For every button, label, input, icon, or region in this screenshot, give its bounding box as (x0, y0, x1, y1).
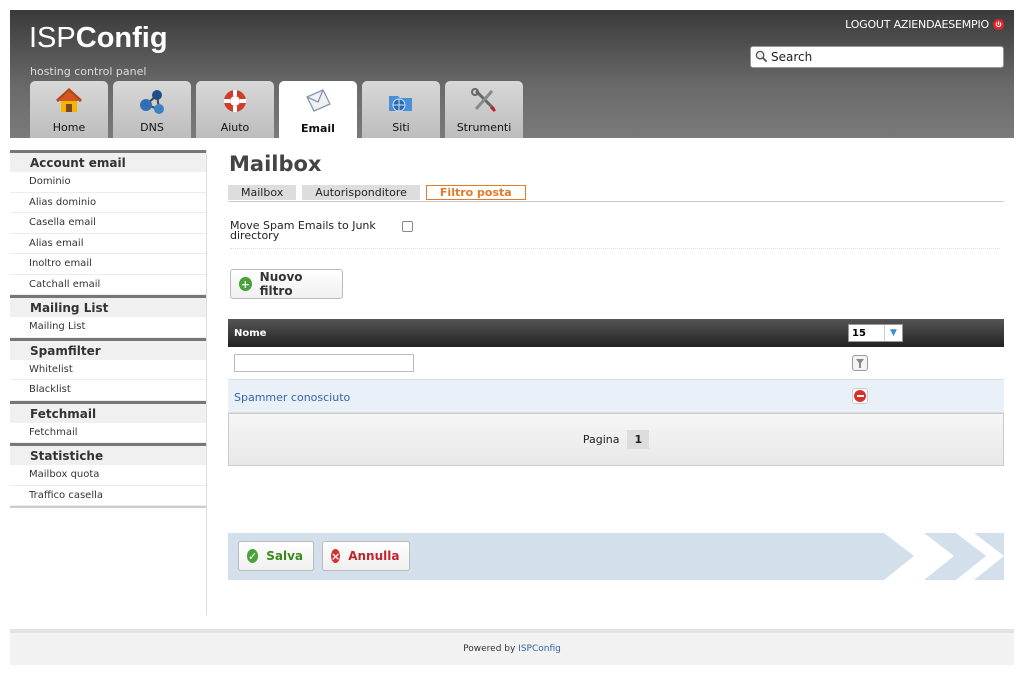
sidebar-item-fetchmail[interactable]: Fetchmail (10, 423, 206, 443)
sidebar-item-dominio[interactable]: Dominio (10, 172, 206, 193)
logout-link[interactable]: LOGOUT AZIENDAESEMPIO (845, 18, 1004, 31)
header: ISPConfig hosting control panel LOGOUT A… (10, 10, 1014, 139)
sidebar-item-casella-email[interactable]: Casella email (10, 213, 206, 234)
sidebar-item-catchall-email[interactable]: Catchall email (10, 275, 206, 295)
column-header-name[interactable]: Nome (234, 328, 266, 339)
sidebar: Account email Dominio Alias dominio Case… (10, 150, 207, 615)
table-filter-row (228, 347, 1004, 380)
tools-icon (469, 87, 499, 115)
tab-dns[interactable]: DNS (113, 81, 191, 138)
spam-setting-row: Move Spam Emails to Junk directory (230, 219, 1000, 249)
new-filter-button[interactable]: + Nuovo filtro (230, 269, 343, 299)
tagline: hosting control panel (30, 65, 147, 78)
sidebar-item-inoltro-email[interactable]: Inoltro email (10, 254, 206, 275)
sidebar-section-title: Fetchmail (10, 400, 206, 423)
sidebar-item-mailbox-quota[interactable]: Mailbox quota (10, 465, 206, 486)
logo[interactable]: ISPConfig (29, 22, 168, 55)
tab-label: Home (52, 121, 86, 134)
pagination-label: Pagina (582, 433, 620, 446)
name-filter-input[interactable] (234, 354, 414, 372)
per-page-value: 15 (852, 327, 866, 339)
subtab-filtro-posta[interactable]: Filtro posta (425, 185, 526, 200)
cancel-button[interactable]: × Annulla (322, 541, 410, 571)
lifebuoy-icon (220, 87, 250, 115)
filter-name-link[interactable]: Spammer conosciuto (234, 391, 350, 404)
logout-label: LOGOUT AZIENDAESEMPIO (845, 18, 989, 31)
tab-label: Aiuto (220, 121, 250, 134)
sidebar-section-title: Account email (10, 150, 206, 172)
sidebar-section-title: Statistiche (10, 443, 206, 465)
tab-siti[interactable]: Siti (362, 81, 440, 138)
table-header: Nome 15 ▼ (228, 319, 1004, 347)
table-row: Spammer conosciuto (228, 380, 1004, 413)
tab-home[interactable]: Home (30, 81, 108, 138)
sidebar-item-traffico-casella[interactable]: Traffico casella (10, 486, 206, 506)
power-icon (993, 19, 1004, 30)
home-icon (54, 87, 84, 115)
footer-prefix: Powered by (463, 644, 519, 654)
add-icon: + (239, 277, 252, 291)
tab-email[interactable]: Email (279, 81, 357, 139)
save-label: Salva (266, 549, 303, 563)
sidebar-section-title: Spamfilter (10, 337, 206, 360)
action-bar: ✓ Salva × Annulla (228, 533, 1004, 580)
sidebar-section-title: Mailing List (10, 295, 206, 317)
page-title: Mailbox (229, 152, 322, 176)
envelope-icon (303, 87, 333, 115)
sidebar-item-alias-email[interactable]: Alias email (10, 234, 206, 254)
subtab-mailbox[interactable]: Mailbox (228, 185, 297, 200)
arrows-decoration (884, 533, 1004, 580)
close-icon: × (331, 549, 341, 563)
tab-label: DNS (140, 121, 164, 134)
search-box[interactable] (750, 46, 1004, 68)
subtab-divider (228, 201, 1004, 202)
new-filter-label: Nuovo filtro (259, 270, 303, 298)
pagination: Pagina 1 (228, 413, 1004, 466)
sidebar-item-alias-dominio[interactable]: Alias dominio (10, 193, 206, 213)
tab-aiuto[interactable]: Aiuto (196, 81, 274, 138)
chevron-down-icon: ▼ (884, 325, 902, 341)
sidebar-item-blacklist[interactable]: Blacklist (10, 380, 206, 401)
sidebar-item-mailing-list[interactable]: Mailing List (10, 317, 206, 338)
sidebar-item-whitelist[interactable]: Whitelist (10, 360, 206, 380)
tab-label: Strumenti (456, 121, 512, 134)
cancel-label: Annulla (348, 549, 400, 563)
page-number[interactable]: 1 (627, 430, 650, 449)
page: ISPConfig hosting control panel LOGOUT A… (0, 0, 1024, 675)
main-content: Mailbox Mailbox Autorisponditore Filtro … (228, 150, 1004, 580)
folder-globe-icon (386, 87, 416, 115)
save-button[interactable]: ✓ Salva (238, 541, 314, 571)
search-icon (755, 48, 768, 67)
delete-icon[interactable] (852, 388, 868, 404)
per-page-select[interactable]: 15 ▼ (848, 324, 903, 342)
sidebar-divider (10, 506, 206, 508)
sub-tabs: Mailbox Autorisponditore Filtro posta (228, 185, 526, 200)
dns-network-icon (137, 87, 167, 115)
subtab-autorisponditore[interactable]: Autorisponditore (302, 185, 420, 200)
check-icon: ✓ (247, 549, 259, 563)
tab-strumenti[interactable]: Strumenti (445, 81, 523, 138)
footer-brand-link[interactable]: ISPConfig (518, 644, 561, 654)
logo-bold: Config (75, 22, 168, 54)
spam-setting-label: Move Spam Emails to Junk directory (230, 219, 376, 242)
filter-table: Nome 15 ▼ Spammer conosciuto Pagina 1 (228, 319, 1004, 466)
logo-light: ISP (29, 22, 76, 54)
main-tabs: Home DNS Aiuto Email Siti Strumenti (30, 81, 523, 139)
footer: Powered by ISPConfig (10, 629, 1014, 665)
tab-label: Email (301, 122, 335, 135)
search-input[interactable] (771, 50, 991, 64)
move-spam-checkbox[interactable] (402, 221, 413, 232)
tab-label: Siti (392, 121, 410, 134)
filter-icon[interactable] (852, 355, 868, 371)
